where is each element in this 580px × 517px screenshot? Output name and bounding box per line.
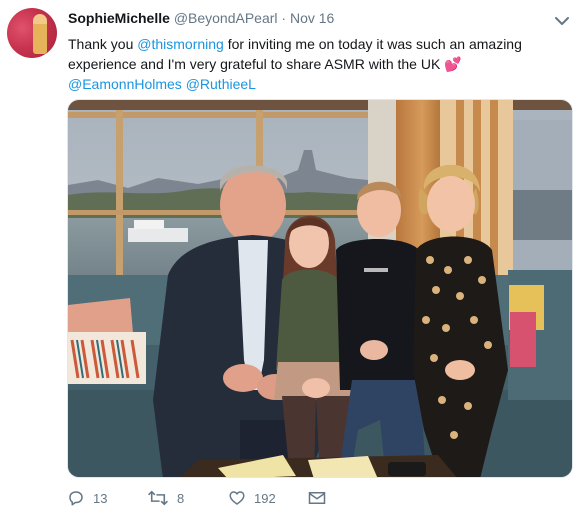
retweet-icon[interactable] (147, 489, 169, 507)
tweet-text-part1: Thank you (68, 36, 138, 52)
mention-ruthieel[interactable]: @RuthieeL (186, 76, 256, 92)
author-handle[interactable]: @BeyondAPearl (174, 10, 278, 26)
reply-action[interactable]: 13 (67, 488, 107, 508)
like-count: 192 (254, 490, 276, 506)
mention-thismorning[interactable]: @thismorning (137, 36, 224, 52)
tweet-photo[interactable] (67, 99, 573, 478)
tweet-text: Thank you @thismorning for inviting me o… (68, 34, 573, 94)
studio-photo (68, 100, 572, 477)
avatar-figure (33, 14, 47, 54)
avatar[interactable] (7, 8, 57, 58)
dm-action[interactable] (308, 488, 326, 508)
chevron-down-icon[interactable] (555, 13, 569, 25)
reply-count: 13 (93, 490, 108, 506)
retweet-count: 8 (177, 490, 185, 506)
mention-eamonnholmes[interactable]: @EamonnHolmes (68, 76, 182, 92)
heart-icon[interactable] (228, 489, 246, 507)
retweet-action[interactable]: 8 (147, 488, 184, 508)
author-name[interactable]: SophieMichelle (68, 10, 170, 26)
tweet-date[interactable]: Nov 16 (290, 10, 334, 26)
envelope-icon[interactable] (308, 490, 326, 506)
two-hearts-emoji: 💕 (444, 56, 462, 72)
header-separator: · (281, 10, 287, 26)
reply-icon[interactable] (67, 489, 85, 507)
like-action[interactable]: 192 (228, 488, 276, 508)
tweet-header: SophieMichelle @BeyondAPearl · Nov 16 (68, 10, 334, 26)
